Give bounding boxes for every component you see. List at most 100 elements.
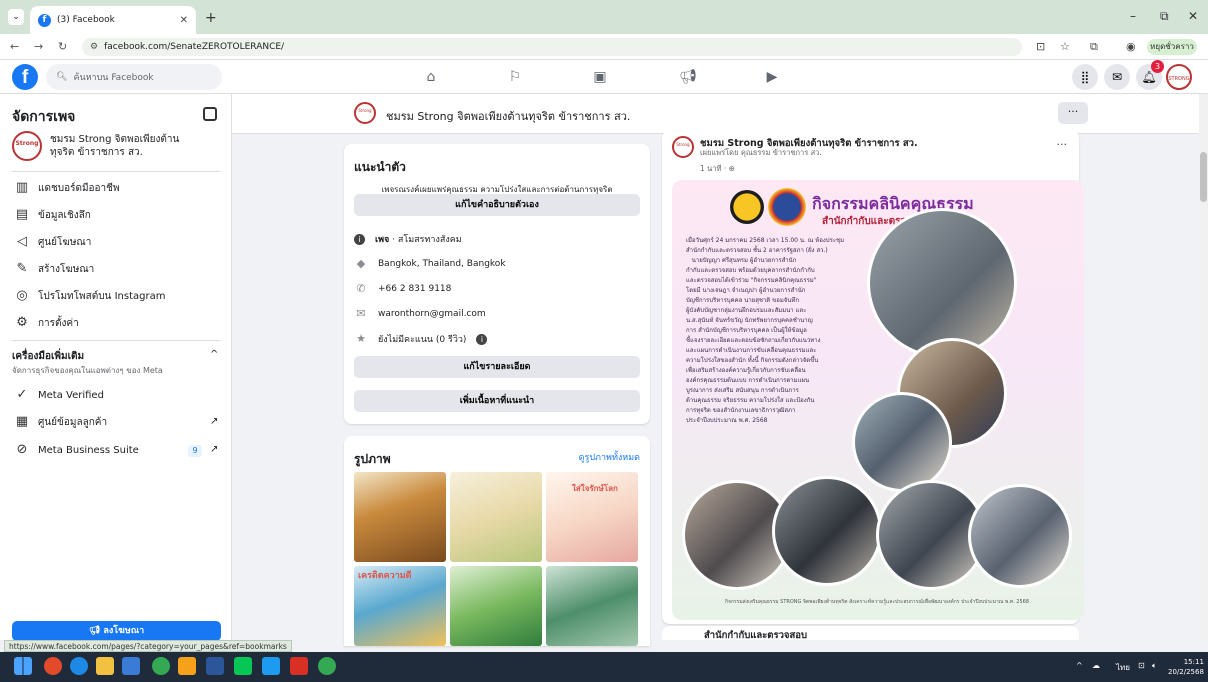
chevron-up-icon[interactable]: ^ (210, 349, 218, 360)
sidebar-item-meta-verified[interactable]: ✓ Meta Verified (14, 387, 104, 403)
facebook-favicon-icon: f (38, 13, 51, 27)
minimize-button[interactable]: – (1130, 9, 1136, 23)
post-timestamp[interactable]: 1 นาที · ⊕ (700, 163, 735, 175)
tab-close-icon[interactable]: ✕ (180, 15, 188, 26)
sidebar-collapse-icon[interactable] (203, 107, 217, 121)
post-more-button[interactable]: ··· (1057, 138, 1068, 151)
reload-icon[interactable]: ↻ (58, 40, 67, 53)
chrome-icon[interactable] (318, 657, 336, 675)
new-tab-button[interactable]: + (205, 10, 217, 26)
sidebar-item-create-ad[interactable]: ✎ สร้างโฆษณา (14, 261, 95, 277)
sidebar-item-label: ข้อมูลเชิงลึก (38, 209, 91, 221)
notification-badge: 3 (1151, 60, 1164, 73)
sidebar-item-instagram[interactable]: ◎ โปรโมทโพสต์บน Instagram (14, 288, 165, 304)
browser-tab[interactable]: f (3) Facebook ✕ (30, 6, 196, 34)
insights-nav-icon[interactable]: ▣ (590, 67, 610, 87)
photos-card: รูปภาพ ดูรูปภาพทั้งหมด ใส่ใจรักษ์โลก เคร… (344, 436, 650, 646)
add-featured-button[interactable]: เพิ่มเนื้อหาที่แนะนำ (354, 390, 640, 412)
home-icon[interactable]: ⌂ (421, 67, 441, 87)
photo-thumbnail[interactable] (546, 566, 638, 646)
photo-thumbnail[interactable] (354, 472, 446, 562)
tab-search-button[interactable]: ⌄ (8, 9, 24, 25)
category-bold: เพจ (375, 235, 390, 245)
taskbar-app-icon[interactable] (178, 657, 196, 675)
tray-chevron-icon[interactable]: ^ (1076, 661, 1083, 670)
rating-text: ยังไม่มีคะแนน (0 รีวิว) (378, 335, 467, 345)
messenger-icon[interactable]: ✉ (1104, 64, 1130, 90)
taskbar-app-icon[interactable] (44, 657, 62, 675)
next-post-author[interactable]: สำนักกำกับและตรวจสอบ (704, 628, 807, 643)
sidebar-item-business-suite[interactable]: ⊘ Meta Business Suite (14, 442, 139, 458)
intro-rating: ★ ยังไม่มีคะแนน (0 รีวิว) i (354, 332, 488, 346)
extensions-icon[interactable]: ⧉ (1090, 40, 1098, 54)
window-close-button[interactable]: ✕ (1188, 9, 1198, 23)
maximize-button[interactable]: ⧉ (1160, 9, 1169, 24)
volume-icon[interactable]: 🔈︎ (1152, 661, 1157, 671)
sidebar-item-insights[interactable]: ▤ ข้อมูลเชิงลึก (14, 207, 91, 223)
sidebar-item-customer-center[interactable]: ▦ ศูนย์ข้อมูลลูกค้า (14, 414, 107, 430)
word-icon[interactable] (206, 657, 224, 675)
menu-grid-icon[interactable]: ⣿ (1072, 64, 1098, 90)
forward-icon[interactable]: → (34, 40, 43, 53)
edit-bio-button[interactable]: แก้ไขคำอธิบายตัวเอง (354, 194, 640, 216)
page-header-avatar[interactable]: Strong (354, 102, 376, 124)
sidebar-page-switcher[interactable]: Strong ชมรม Strong จิตพอเพียงต้านทุจริต … (12, 131, 200, 161)
page-header-name[interactable]: ชมรม Strong จิตพอเพียงต้านทุจริต ข้าราชก… (386, 107, 630, 125)
sidebar-page-name: ชมรม Strong จิตพอเพียงต้านทุจริต ข้าราชก… (50, 134, 180, 158)
post-image[interactable]: กิจกรรมคลินิคคุณธรรม สำนักกำกับและตรวจสอ… (672, 180, 1084, 620)
url-field[interactable]: ⚙ facebook.com/SenateZEROTOLERANCE/ (82, 38, 1022, 56)
pdf-icon[interactable] (290, 657, 308, 675)
see-all-photos-link[interactable]: ดูรูปภาพทั้งหมด (579, 450, 640, 464)
manage-page-sidebar: จัดการเพจ Strong ชมรม Strong จิตพอเพียงต… (0, 94, 232, 641)
meeting-photo (772, 476, 882, 586)
page-more-button[interactable]: ··· (1058, 102, 1088, 124)
sidebar-item-dashboard[interactable]: ▥ แดชบอร์ดมืออาชีพ (14, 180, 120, 196)
profile-paused-button[interactable]: หยุดชั่วคราว (1147, 39, 1197, 55)
photo-thumbnail[interactable] (450, 472, 542, 562)
taskbar-clock[interactable]: 15:11 20/2/2568 (1168, 657, 1204, 677)
network-icon[interactable]: ⊡ (1138, 661, 1145, 670)
sidebar-item-settings[interactable]: ⚙ การตั้งค่า (14, 315, 79, 331)
info-icon[interactable]: i (476, 333, 488, 345)
photo-thumbnail[interactable] (450, 566, 542, 646)
sidebar-title: จัดการเพจ (12, 109, 76, 125)
intro-category: i เพจ · สโมสรทางสังคม (354, 232, 462, 246)
email-icon: ✉ (356, 307, 366, 320)
instagram-icon: ◎ (16, 288, 28, 303)
translate-icon[interactable]: ⊡ (1036, 40, 1045, 53)
sidebar-item-ad-center[interactable]: ◁ ศูนย์โฆษณา (14, 234, 91, 250)
facebook-search-input[interactable]: 🔍︎ ค้นหาบน Facebook (46, 64, 222, 90)
scrollbar-thumb[interactable] (1200, 152, 1207, 202)
language-indicator[interactable]: ไทย (1116, 661, 1130, 674)
tray-app-icon[interactable]: ☁ (1092, 661, 1100, 670)
photos-heading: รูปภาพ (354, 452, 391, 466)
email-text[interactable]: waronthorn@gmail.com (378, 309, 486, 319)
chrome-icon[interactable] (152, 657, 170, 675)
site-info-icon[interactable]: ⚙ (90, 42, 98, 52)
meeting-photo (852, 392, 952, 492)
video-icon[interactable]: ▶ (762, 67, 782, 87)
taskbar-app-icon[interactable] (262, 657, 280, 675)
account-icon[interactable]: ◉ (1126, 40, 1136, 53)
post-author-avatar[interactable]: Strong (672, 136, 694, 158)
intro-phone: ✆ +66 2 831 9118 (354, 282, 451, 296)
file-explorer-icon[interactable] (96, 657, 114, 675)
back-icon[interactable]: ← (10, 40, 19, 53)
windows-start-icon[interactable] (14, 657, 32, 675)
address-bar-row: ← → ↻ ⚙ facebook.com/SenateZEROTOLERANCE… (0, 34, 1208, 60)
strong-logo-icon (730, 190, 764, 224)
bookmark-star-icon[interactable]: ☆ (1060, 40, 1070, 53)
flag-pages-icon[interactable]: ⚐ (505, 67, 525, 87)
account-avatar[interactable]: STRONG (1166, 64, 1192, 90)
edge-icon[interactable] (70, 657, 88, 675)
promote-button[interactable]: 📢︎ ลงโฆษณา (12, 621, 221, 641)
poster-caption: กิจกรรมส่งเสริมคุณธรรม STRONG จิตพอเพียง… (724, 599, 1029, 605)
insights-icon: ▤ (15, 207, 29, 222)
line-icon[interactable] (234, 657, 252, 675)
edit-details-button[interactable]: แก้ไขรายละเอียด (354, 356, 640, 378)
facebook-logo-icon[interactable]: f (12, 64, 38, 90)
ads-megaphone-icon[interactable]: 📢︎ (678, 67, 698, 87)
photo-thumbnail[interactable]: เครดิตความดี (354, 566, 446, 646)
photo-thumbnail[interactable]: ใส่ใจรักษ์โลก (546, 472, 638, 562)
store-icon[interactable] (122, 657, 140, 675)
